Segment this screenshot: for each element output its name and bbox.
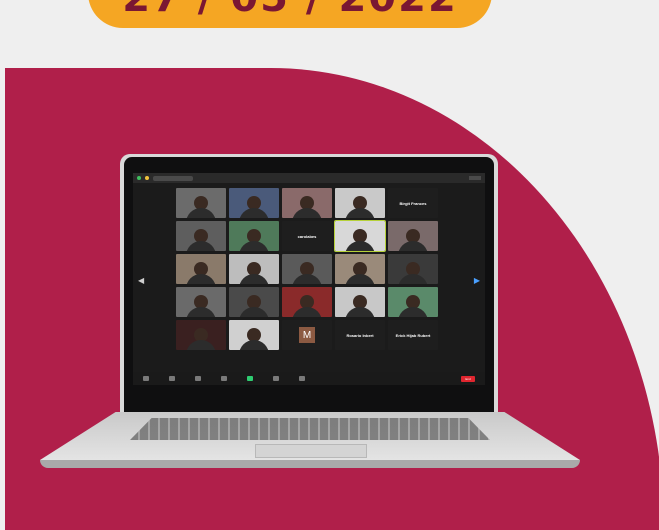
record-icon[interactable]: [273, 376, 279, 381]
participant-grid: Birgit Frances carolabes M Rosario Inbert Er…: [176, 188, 442, 350]
end-meeting-button[interactable]: End: [461, 375, 475, 382]
chat-icon[interactable]: [221, 376, 227, 381]
participant-name: Birgit Frances: [399, 200, 427, 206]
participants-icon[interactable]: [195, 376, 201, 381]
participant-name: Erick Hijab Rubert: [395, 332, 431, 338]
avatar: M: [299, 327, 315, 343]
view-toggle[interactable]: [469, 176, 481, 180]
participant-tile[interactable]: [176, 287, 226, 317]
participant-body: [345, 274, 375, 284]
prev-page-arrow-icon[interactable]: ◀: [138, 276, 144, 285]
video-call-screen: ◀ Birgit Frances carolabes M Rosario Inbert…: [133, 173, 485, 385]
shield-icon: [137, 176, 141, 180]
participant-tile[interactable]: [335, 188, 385, 218]
participant-body: [186, 307, 216, 317]
participant-body: [239, 274, 269, 284]
participant-body: [186, 241, 216, 251]
participant-tile[interactable]: [229, 221, 279, 251]
participant-body: [239, 340, 269, 350]
participant-body: [239, 208, 269, 218]
date-text: 27 / 05 / 2022: [122, 0, 458, 18]
participant-body: [398, 241, 428, 251]
window-title-bar: [133, 173, 485, 183]
participant-body: [345, 241, 375, 251]
participant-tile[interactable]: [282, 287, 332, 317]
participant-body: [292, 274, 322, 284]
participant-tile[interactable]: Birgit Frances: [388, 188, 438, 218]
participant-tile[interactable]: Rosario Inbert: [335, 320, 385, 350]
next-page-arrow-icon[interactable]: ▶: [474, 276, 480, 285]
participant-tile[interactable]: [229, 188, 279, 218]
participant-tile[interactable]: [229, 320, 279, 350]
participant-tile[interactable]: [388, 287, 438, 317]
participant-tile[interactable]: [176, 221, 226, 251]
participant-body: [186, 340, 216, 350]
mute-icon[interactable]: [143, 376, 149, 381]
meeting-control-bar: End: [133, 372, 485, 385]
participant-body: [398, 307, 428, 317]
participant-tile[interactable]: [334, 220, 386, 252]
share-screen-icon[interactable]: [247, 376, 253, 381]
participant-tile[interactable]: [176, 188, 226, 218]
participant-body: [345, 307, 375, 317]
participant-body: [398, 274, 428, 284]
participant-tile[interactable]: [176, 320, 226, 350]
participant-name: carolabes: [297, 233, 317, 239]
participant-tile[interactable]: [388, 254, 438, 284]
reactions-icon[interactable]: [299, 376, 305, 381]
participant-name: Rosario Inbert: [346, 332, 374, 338]
participant-tile[interactable]: M: [282, 320, 332, 350]
meeting-info-pill[interactable]: [153, 175, 193, 181]
keyboard: [130, 418, 490, 440]
participant-body: [292, 208, 322, 218]
laptop-bezel: ◀ Birgit Frances carolabes M Rosario Inbert…: [124, 157, 494, 413]
participant-tile[interactable]: carolabes: [282, 221, 332, 251]
participant-tile[interactable]: [176, 254, 226, 284]
participant-tile[interactable]: [282, 188, 332, 218]
participant-tile[interactable]: [388, 221, 438, 251]
participant-tile[interactable]: [229, 287, 279, 317]
info-icon: [145, 176, 149, 180]
participant-tile[interactable]: [282, 254, 332, 284]
laptop-lip: [40, 460, 580, 468]
trackpad: [255, 444, 367, 458]
date-banner: 27 / 05 / 2022: [88, 0, 492, 28]
participant-tile[interactable]: [229, 254, 279, 284]
participant-tile[interactable]: [335, 287, 385, 317]
participant-body: [186, 274, 216, 284]
participant-body: [239, 241, 269, 251]
participant-body: [186, 208, 216, 218]
participant-tile[interactable]: [335, 254, 385, 284]
video-icon[interactable]: [169, 376, 175, 381]
participant-body: [292, 307, 322, 317]
participant-tile[interactable]: Erick Hijab Rubert: [388, 320, 438, 350]
participant-body: [239, 307, 269, 317]
participant-body: [345, 208, 375, 218]
laptop: ◀ Birgit Frances carolabes M Rosario Inbert…: [120, 154, 498, 416]
laptop-chin: [133, 387, 485, 407]
laptop-base: [40, 412, 580, 470]
